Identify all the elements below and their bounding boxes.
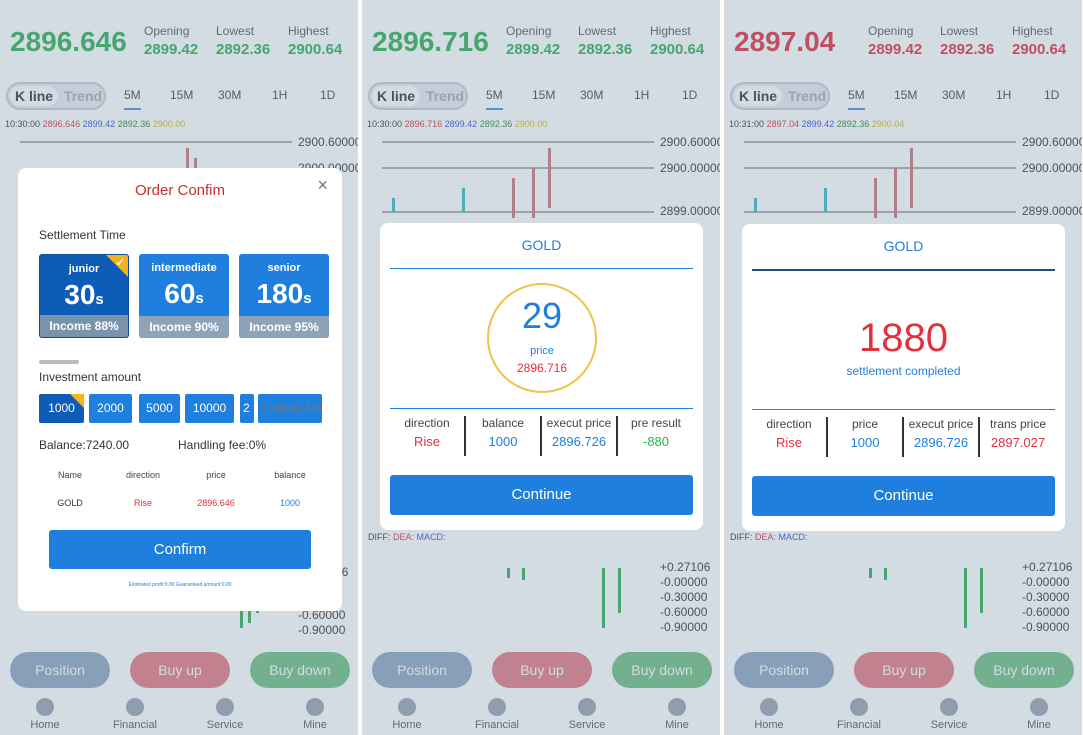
settlement-time-label: Settlement Time [39, 228, 126, 242]
live-price: 2896.716 [516, 361, 568, 375]
settlement-dialog: GOLD 1880 settlement completed direction… [742, 224, 1065, 531]
estimate-footnote: Estimated profit:0.00 Guaranteed amount:… [128, 582, 232, 588]
asset-title: GOLD [883, 238, 924, 254]
col-execut-price: execut price 2896.726 [904, 417, 980, 457]
countdown-seconds: 29 [521, 295, 563, 336]
settled-amount: 1880 [859, 316, 948, 360]
divider [752, 269, 1055, 271]
col-direction: direction Rise [752, 417, 828, 457]
settlement-status: settlement completed [846, 364, 961, 378]
tier-senior[interactable]: senior 180s Income 95% [239, 254, 329, 338]
scroll-indicator [39, 360, 79, 364]
trading-screen-order: 2896.646 Opening 2899.42 Lowest 2892.36 Hi… [0, 0, 358, 735]
col-pre-result: pre result -880 [630, 416, 682, 449]
tier-junior[interactable]: ✓ junior 30s Income 88% [39, 254, 129, 338]
continue-button[interactable]: Continue [390, 475, 693, 515]
handling-fee-text: Handling fee:0% [178, 438, 267, 452]
asset-title: GOLD [521, 237, 562, 253]
tier-intermediate[interactable]: intermediate 60s Income 90% [139, 254, 229, 338]
continue-button[interactable]: Continue [752, 476, 1055, 516]
countdown-ring: 29 price 2896.716 [487, 283, 597, 393]
custom-amount-input[interactable] [258, 394, 322, 423]
balance-text: Balance:7240.00 [39, 438, 130, 452]
close-icon[interactable]: × [317, 175, 328, 196]
trading-screen-countdown: 2896.716 Opening 2899.42 Lowest 2892.36 Hi… [362, 0, 720, 735]
order-confirm-dialog: Order Confim × Settlement Time ✓ junior … [18, 168, 342, 611]
trade-summary: direction Rise price 1000 execut price 2896… [752, 417, 1055, 462]
col-direction: direction Rise [390, 416, 466, 456]
divider [390, 408, 693, 409]
investment-amount-label: Investment amount [39, 370, 142, 384]
countdown-dialog: GOLD 29 price 2896.716 direction Rise bal… [380, 223, 703, 530]
col-trans-price: trans price 2897.027 [989, 417, 1047, 450]
col-price: price 1000 [828, 417, 904, 457]
dialog-title: Order Confim [134, 182, 226, 199]
confirm-button[interactable]: Confirm [49, 530, 311, 569]
amount-1000[interactable]: 1000 [39, 394, 84, 423]
trading-screen-settled: 2897.04 Opening 2899.42 Lowest 2892.36 Hig… [724, 0, 1082, 735]
amount-5000[interactable]: 5000 [139, 394, 180, 423]
divider [752, 409, 1055, 410]
amount-partial[interactable]: 2 [240, 394, 254, 423]
price-label: price [530, 345, 554, 357]
amount-10000[interactable]: 10000 [185, 394, 234, 423]
col-execut-price: execut price 2896.726 [542, 416, 618, 456]
selected-check-icon [70, 394, 84, 408]
trade-summary: direction Rise balance 1000 execut price 28… [390, 416, 693, 461]
amount-2000[interactable]: 2000 [89, 394, 132, 423]
divider [390, 268, 693, 269]
col-balance: balance 1000 [466, 416, 542, 456]
